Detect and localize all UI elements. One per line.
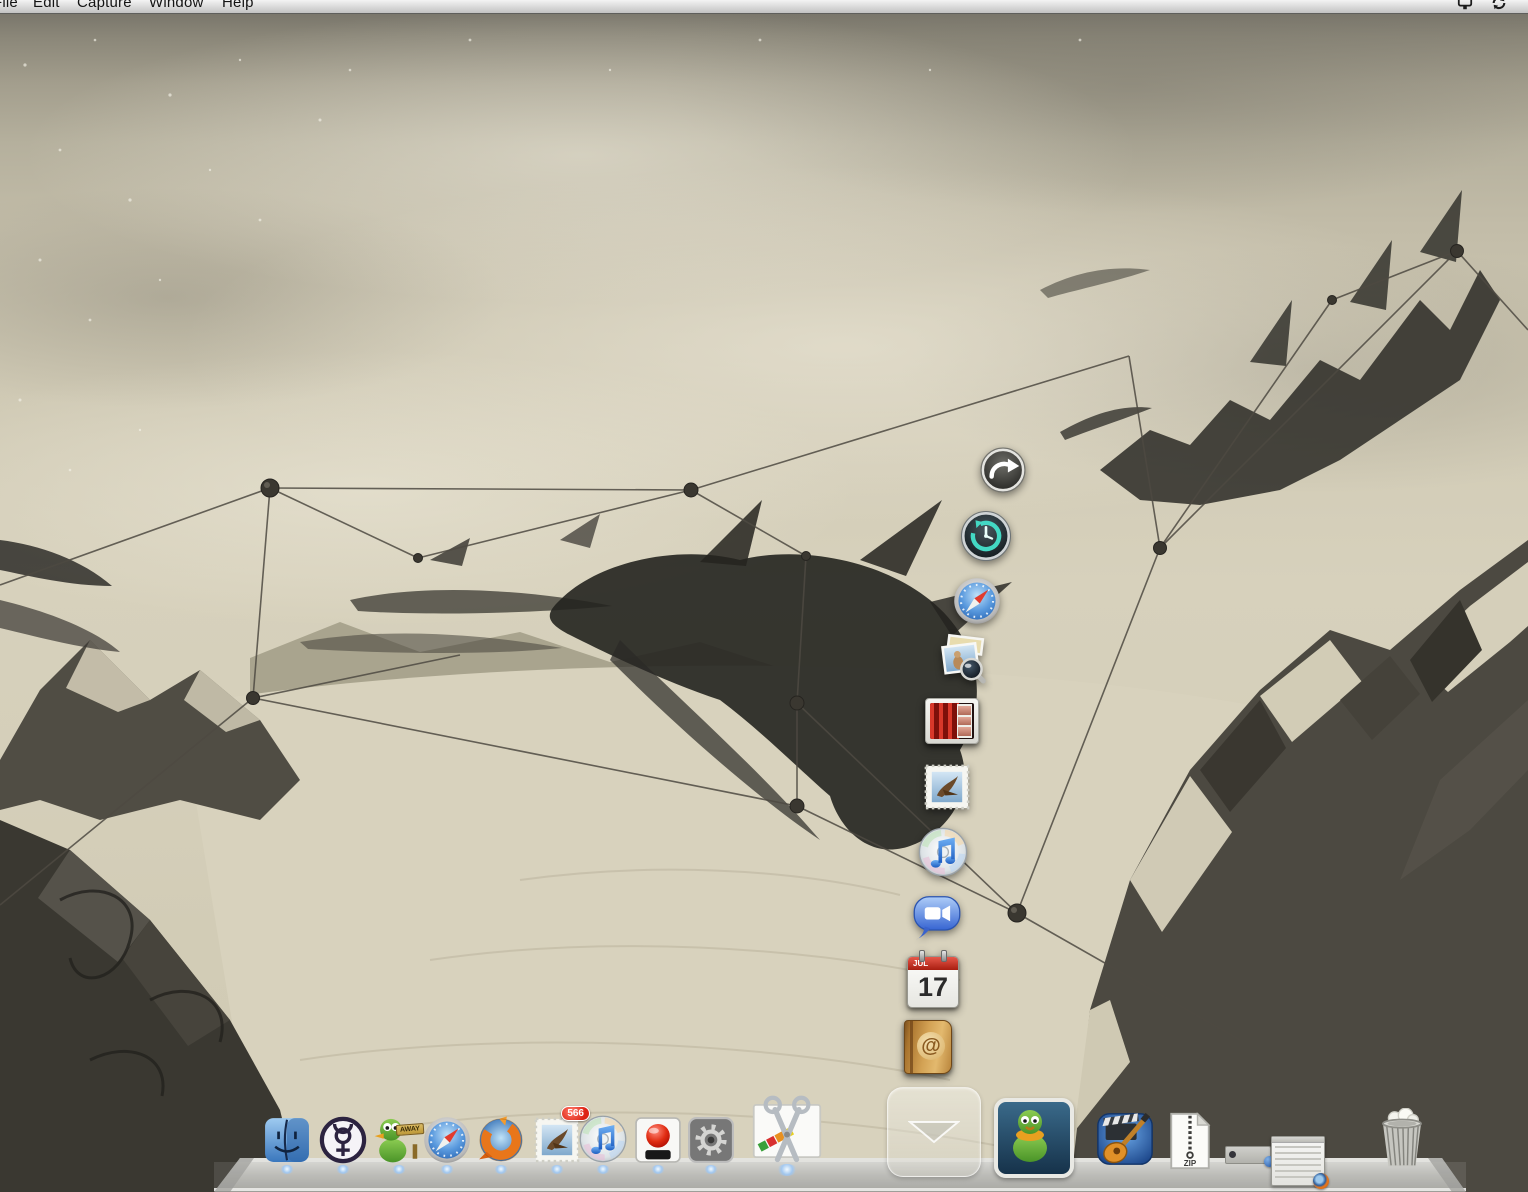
zip-file-icon[interactable]: ZIP <box>1160 1110 1220 1172</box>
running-indicator <box>550 1165 564 1174</box>
gears-icon[interactable] <box>684 1113 738 1167</box>
running-indicator <box>777 1164 797 1176</box>
photo-strip <box>957 704 972 738</box>
mail-stamp-icon[interactable] <box>920 760 974 814</box>
running-indicator <box>440 1165 454 1174</box>
preview-photos-loupe-icon[interactable] <box>936 632 990 686</box>
minimized-window-icon[interactable] <box>1225 1146 1275 1167</box>
photo-booth-curtain-icon[interactable] <box>925 698 979 744</box>
firefox-badge-icon <box>1313 1173 1329 1189</box>
desktop: File Edit Capture Window Help Show in Fi… <box>0 0 1528 1192</box>
mercury-symbol-icon[interactable] <box>316 1113 370 1167</box>
ical-day: 17 <box>917 972 949 1002</box>
display-icon[interactable] <box>1456 0 1474 11</box>
running-indicator <box>280 1165 294 1174</box>
framed-duck-icon[interactable] <box>994 1098 1074 1178</box>
safari-compass-icon[interactable] <box>420 1113 474 1167</box>
ical-calendar-icon[interactable]: JUL 17 <box>907 950 959 1008</box>
itunes-cd-note-icon[interactable] <box>575 1111 631 1167</box>
ichat-bubble-camera-icon[interactable] <box>909 888 965 944</box>
window-control-dot <box>1229 1151 1236 1158</box>
menu-file[interactable]: File <box>0 0 18 11</box>
down-triangle-icon <box>908 1121 960 1144</box>
photo-booth-inner <box>930 703 974 739</box>
ical-month: JUL <box>908 957 958 970</box>
stack-open-down-arrow-icon[interactable] <box>887 1087 981 1177</box>
clapper-guitar-icon[interactable] <box>1094 1108 1156 1170</box>
show-in-finder-icon[interactable] <box>977 444 1029 496</box>
running-indicator <box>704 1165 718 1174</box>
window-titlebar <box>1272 1137 1324 1143</box>
menu-edit[interactable]: Edit <box>33 0 60 11</box>
firefox-icon[interactable] <box>474 1113 528 1167</box>
menu-bar: File Edit Capture Window Help <box>0 0 1528 14</box>
menu-capture[interactable]: Capture <box>77 0 132 11</box>
wallpaper-art <box>0 38 1528 1192</box>
calendar-pin <box>941 950 947 962</box>
calendar-pin <box>919 950 925 962</box>
record-button-icon[interactable] <box>631 1113 685 1167</box>
menu-window[interactable]: Window <box>149 0 204 11</box>
sync-arrows-icon[interactable] <box>1490 0 1508 11</box>
menu-help[interactable]: Help <box>222 0 254 11</box>
zip-text: ZIP <box>1183 1159 1197 1168</box>
running-indicator <box>494 1165 508 1174</box>
running-indicator <box>596 1165 610 1174</box>
finder-icon[interactable] <box>260 1113 314 1167</box>
safari-compass-icon[interactable] <box>950 574 1004 628</box>
itunes-cd-note-icon[interactable] <box>914 823 972 881</box>
red-curtain <box>930 703 960 739</box>
running-indicator <box>336 1165 350 1174</box>
trash-full-icon[interactable] <box>1373 1108 1431 1170</box>
running-indicator <box>651 1165 665 1174</box>
running-indicator <box>392 1165 406 1174</box>
minimized-firefox-window-icon[interactable] <box>1271 1136 1329 1189</box>
time-machine-icon[interactable] <box>958 508 1014 564</box>
scissors-capture-icon[interactable] <box>749 1093 825 1169</box>
